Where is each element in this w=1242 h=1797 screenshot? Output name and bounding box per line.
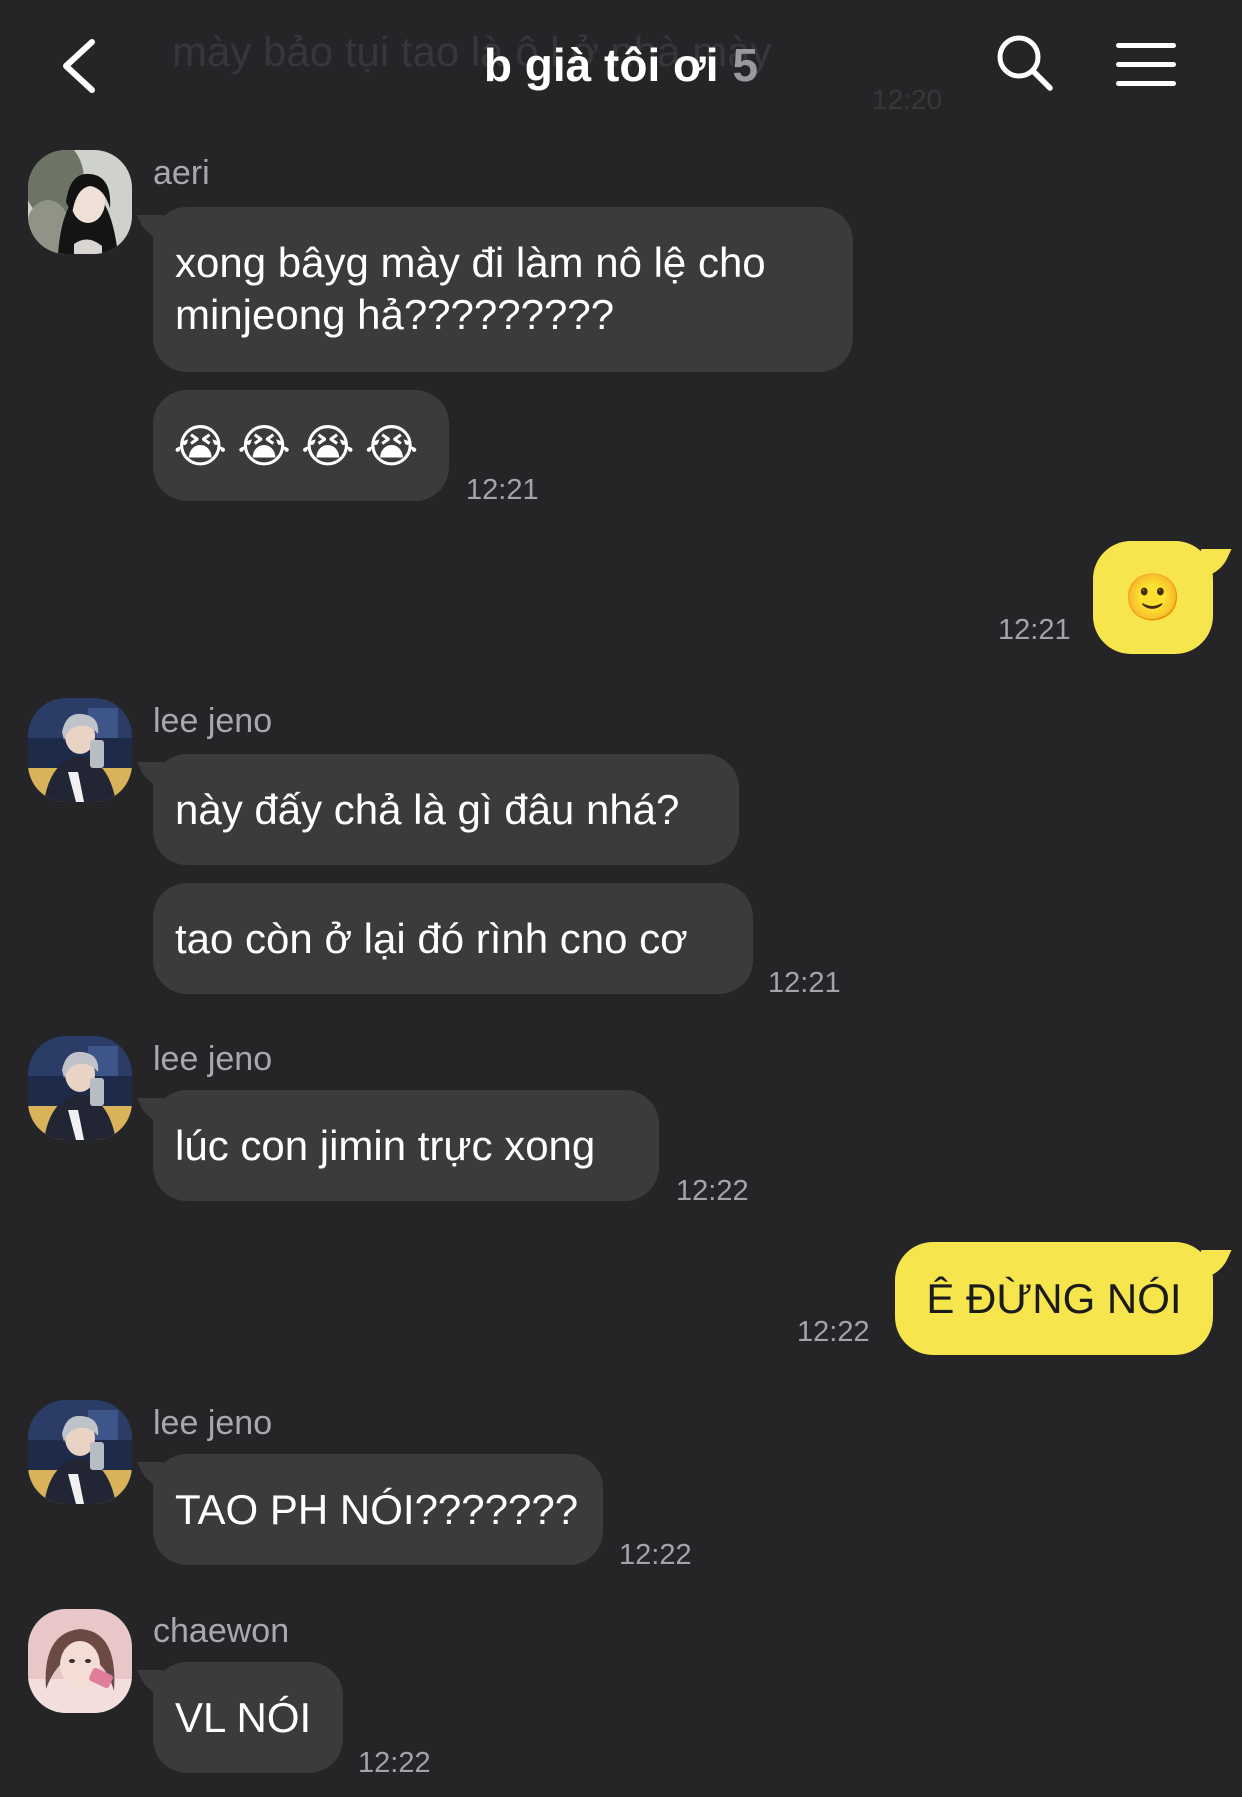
sender-name: lee jeno: [153, 1040, 273, 1078]
message-bubble[interactable]: này đấy chả là gì đâu nhá?: [153, 754, 739, 865]
avatar[interactable]: [28, 1036, 132, 1140]
message-time: 12:22: [676, 1175, 749, 1207]
chat-header: mày bảo tụi tao là ô l ở nhà mày 12:20 b…: [0, 0, 1242, 130]
member-count: 5: [732, 39, 759, 91]
crying-face-emoji: 😭😭😭😭: [173, 419, 429, 472]
outgoing-message-bubble[interactable]: 🙂: [1093, 541, 1213, 654]
outgoing-message-bubble[interactable]: Ê ĐỪNG NÓI: [895, 1242, 1213, 1355]
message-time: 12:21: [466, 474, 539, 506]
sender-name: aeri: [153, 154, 210, 192]
sender-name: lee jeno: [153, 1404, 273, 1442]
avatar[interactable]: [28, 698, 132, 802]
avatar[interactable]: [28, 1400, 132, 1504]
message-bubble[interactable]: 😭😭😭😭: [153, 390, 449, 501]
sender-name: lee jeno: [153, 702, 273, 740]
avatar[interactable]: [28, 150, 132, 254]
search-icon[interactable]: [994, 32, 1056, 94]
chat-room-name: b già tôi ơi: [483, 39, 719, 91]
message-bubble[interactable]: TAO PH NÓI???????: [153, 1454, 603, 1565]
message-bubble[interactable]: VL NÓI: [153, 1662, 343, 1773]
message-bubble[interactable]: tao còn ở lại đó rình cno cơ: [153, 883, 753, 994]
message-time: 12:21: [998, 614, 1071, 646]
message-bubble[interactable]: lúc con jimin trực xong: [153, 1090, 659, 1201]
avatar[interactable]: [28, 1609, 132, 1713]
message-time: 12:22: [797, 1316, 870, 1348]
message-bubble[interactable]: xong bâyg mày đi làm nô lệ cho minjeong …: [153, 207, 853, 372]
hamburger-menu-icon[interactable]: [1114, 40, 1178, 90]
message-time: 12:21: [768, 967, 841, 999]
message-time: 12:22: [619, 1539, 692, 1571]
message-time: 12:22: [358, 1747, 431, 1779]
sender-name: chaewon: [153, 1612, 290, 1650]
